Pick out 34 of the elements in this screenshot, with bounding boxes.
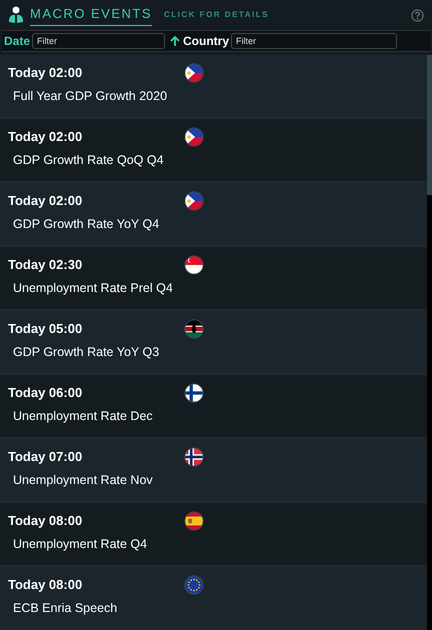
event-name: Unemployment Rate Prel Q4 (13, 280, 174, 297)
event-time: Today 02:00 (8, 128, 84, 146)
event-row[interactable]: Today 08:00 ECB Enria Speech (0, 567, 427, 630)
event-time: Today 07:00 (8, 448, 84, 466)
event-row[interactable]: Today 02:00 GDP Growth Rate YoY Q4 (0, 183, 427, 247)
event-name: ECB Enria Speech (13, 600, 118, 617)
event-name: GDP Growth Rate QoQ Q4 (13, 152, 165, 169)
filter-field[interactable]: Filter (32, 33, 166, 49)
event-time: Today 06:00 (8, 384, 84, 402)
event-name: Unemployment Rate Q4 (13, 536, 148, 553)
event-name: Unemployment Rate Nov (13, 472, 154, 489)
scrollbar-thumb[interactable] (427, 55, 432, 195)
event-row[interactable]: Today 02:00 Full Year GDP Growth 2020 (0, 55, 427, 119)
event-name: Full Year GDP Growth 2020 (13, 88, 168, 105)
event-name: GDP Growth Rate YoY Q4 (13, 216, 160, 233)
event-time: Today 08:00 (8, 512, 84, 530)
filter-field[interactable]: Filter (231, 33, 398, 49)
event-row[interactable]: Today 05:00 GDP Growth Rate YoY Q3 (0, 311, 427, 375)
event-row[interactable]: Today 07:00 Unemployment Rate Nov (0, 439, 427, 503)
event-time: Today 08:00 (8, 576, 84, 594)
event-time: Today 02:00 (8, 64, 84, 82)
panel-title[interactable]: MACRO EVENTS (30, 4, 152, 26)
logo-icon (8, 6, 24, 24)
column-header[interactable]: Country (183, 32, 230, 50)
event-name: GDP Growth Rate YoY Q3 (13, 344, 160, 361)
scrollbar[interactable] (427, 55, 432, 630)
event-time: Today 02:00 (8, 192, 84, 210)
help-icon[interactable] (411, 8, 424, 22)
sort-up-icon[interactable] (169, 35, 182, 47)
event-name: Unemployment Rate Dec (13, 408, 154, 425)
column-header[interactable]: Date (4, 32, 30, 50)
details-hint[interactable]: CLICK FOR DETAILS (164, 9, 269, 21)
event-time: Today 05:00 (8, 320, 84, 338)
event-time: Today 02:30 (8, 256, 84, 274)
